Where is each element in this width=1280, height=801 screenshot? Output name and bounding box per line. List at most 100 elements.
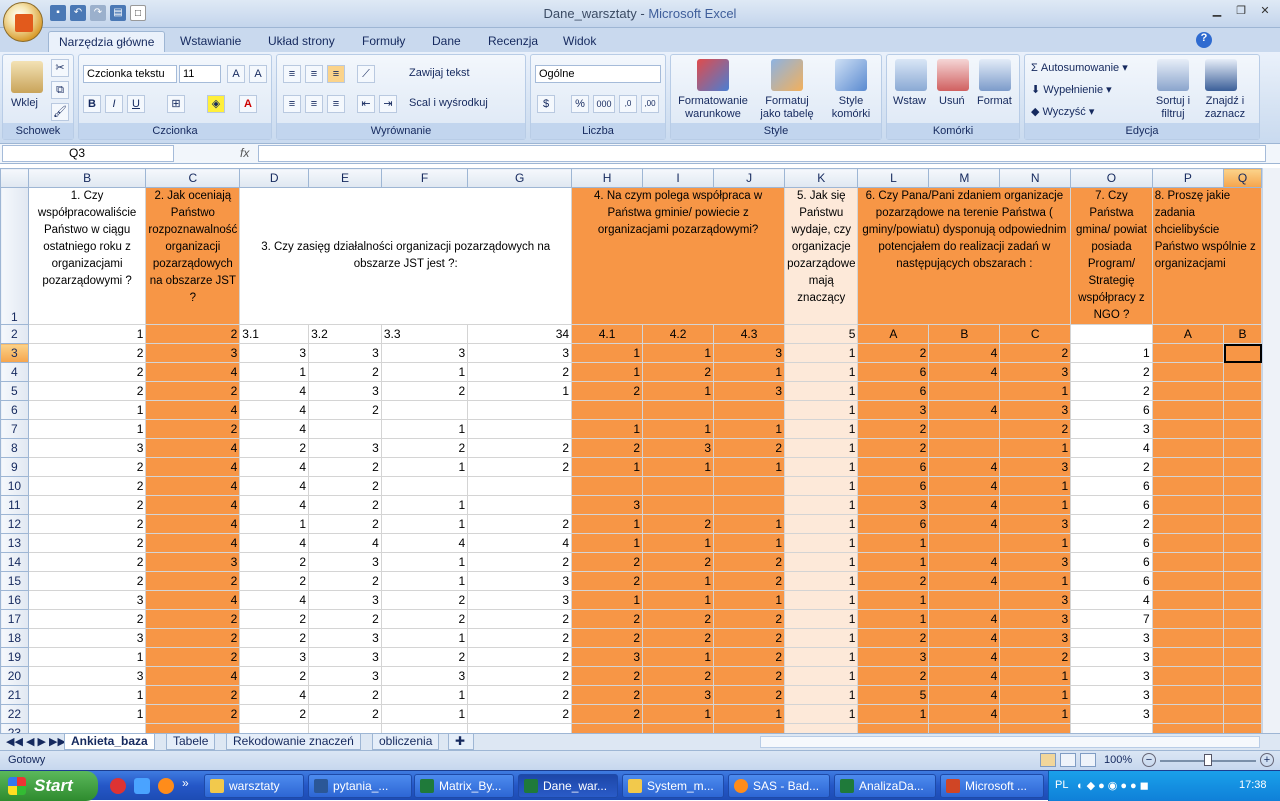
data-cell[interactable]: 1 [713,362,786,382]
data-cell[interactable]: 3 [380,666,469,686]
data-cell[interactable] [928,590,1001,610]
quicklaunch-icon[interactable] [134,778,150,794]
find-select-icon[interactable] [1205,59,1237,91]
col-header[interactable]: N [999,168,1072,188]
data-cell[interactable]: 3 [857,647,930,667]
insert-button[interactable]: Wstaw [893,95,926,107]
data-cell[interactable]: 2 [467,609,573,629]
col-header[interactable]: P [1151,168,1225,188]
row-header[interactable]: 9 [0,457,29,477]
col-header[interactable]: M [928,168,1001,188]
data-cell[interactable]: 1 [784,533,859,553]
data-cell[interactable]: 2 [713,552,786,572]
data-cell[interactable]: 2 [571,628,644,648]
data-cell[interactable]: 3 [999,362,1072,382]
data-cell[interactable]: 2 [713,609,786,629]
data-cell[interactable] [999,723,1072,733]
data-cell[interactable]: 6 [1070,495,1153,515]
data-cell[interactable]: 3 [1070,628,1153,648]
data-cell[interactable]: 2 [27,343,147,363]
row-header[interactable]: 23 [0,723,29,733]
data-cell[interactable]: 1 [784,343,859,363]
data-cell[interactable]: 1 [857,552,930,572]
fill-button[interactable]: ⬇ Wypełnienie ▾ [1031,83,1112,96]
col-header[interactable]: Q [1223,168,1262,188]
data-cell[interactable]: 1 [642,419,715,439]
insert-function-icon[interactable]: fx [240,146,249,160]
row-header[interactable]: 11 [0,495,29,515]
data-cell[interactable]: 4 [145,666,241,686]
tab-data[interactable]: Dane [422,31,471,52]
data-cell[interactable]: 4 [145,495,241,515]
align-middle-icon[interactable]: ≡ [305,65,323,83]
data-cell[interactable]: 3 [642,685,715,705]
orientation-icon[interactable]: ⟋ [357,65,375,83]
borders-icon[interactable]: ⊞ [167,95,185,113]
quicklaunch-more-icon[interactable]: » [182,776,189,790]
data-cell[interactable] [467,400,573,420]
data-cell[interactable] [1151,571,1225,591]
data-cell[interactable]: 3 [1070,704,1153,724]
format-as-table-button[interactable]: Formatuj jako tabelę [755,95,819,121]
data-cell[interactable]: 2 [27,514,147,534]
data-cell[interactable] [1151,381,1225,401]
data-cell[interactable]: 4 [1070,438,1153,458]
data-cell[interactable]: 1 [713,704,786,724]
data-cell[interactable] [1223,723,1262,733]
data-cell[interactable]: 3 [27,590,147,610]
data-cell[interactable]: 3 [308,381,382,401]
insert-sheet-icon[interactable]: ✚ [448,734,474,750]
data-cell[interactable]: 2 [308,571,382,591]
data-cell[interactable]: 2 [308,704,382,724]
thousands-button[interactable]: 000 [593,95,615,113]
data-cell[interactable]: 6 [1070,400,1153,420]
data-cell[interactable] [380,476,469,496]
data-cell[interactable]: 2 [857,419,930,439]
data-cell[interactable]: 1 [239,514,310,534]
taskbar-item-active[interactable]: Dane_war... [518,774,618,798]
question-o[interactable]: 7. Czy Państwa gmina/ powiat posiada Pro… [1070,187,1153,325]
data-cell[interactable]: 2 [999,647,1072,667]
data-cell[interactable]: 2 [239,628,310,648]
taskbar-item[interactable]: System_m... [622,774,724,798]
data-cell[interactable]: 2 [145,571,241,591]
data-cell[interactable]: 2 [1070,362,1153,382]
close-icon[interactable]: ✕ [1254,4,1276,20]
data-cell[interactable]: 2 [713,571,786,591]
data-cell[interactable]: 4 [928,685,1001,705]
row-header[interactable]: 10 [0,476,29,496]
data-cell[interactable]: 4 [145,590,241,610]
font-size-select[interactable]: 11 [179,65,221,83]
data-cell[interactable]: 4 [928,609,1001,629]
row-header[interactable]: 20 [0,666,29,686]
data-cell[interactable]: 2 [571,552,644,572]
row-header[interactable]: 18 [0,628,29,648]
data-cell[interactable]: 1 [642,590,715,610]
data-cell[interactable]: 6 [857,476,930,496]
data-cell[interactable]: 1 [999,704,1072,724]
data-cell[interactable] [308,419,382,439]
tab-review[interactable]: Recenzja [478,31,548,52]
data-cell[interactable]: 2 [642,628,715,648]
data-cell[interactable]: 2 [308,362,382,382]
data-cell[interactable]: 1 [784,400,859,420]
data-cell[interactable] [928,381,1001,401]
currency-icon[interactable]: $ [537,95,555,113]
data-cell[interactable]: 2 [571,685,644,705]
code-cell[interactable]: 4.2 [642,324,715,344]
data-cell[interactable]: 3 [308,438,382,458]
data-cell[interactable]: 2 [857,438,930,458]
data-cell[interactable]: 3 [642,438,715,458]
increase-indent-icon[interactable]: ⇥ [379,95,397,113]
data-cell[interactable] [1151,666,1225,686]
data-cell[interactable] [1223,419,1262,439]
format-cells-icon[interactable] [979,59,1011,91]
data-cell[interactable]: 1 [27,704,147,724]
data-cell[interactable]: 6 [1070,533,1153,553]
data-cell[interactable]: 6 [857,514,930,534]
tab-view[interactable]: Widok [553,31,606,52]
data-cell[interactable]: 2 [239,666,310,686]
formula-input[interactable] [258,145,1266,162]
row-header[interactable]: 19 [0,647,29,667]
data-cell[interactable]: 2 [380,381,469,401]
